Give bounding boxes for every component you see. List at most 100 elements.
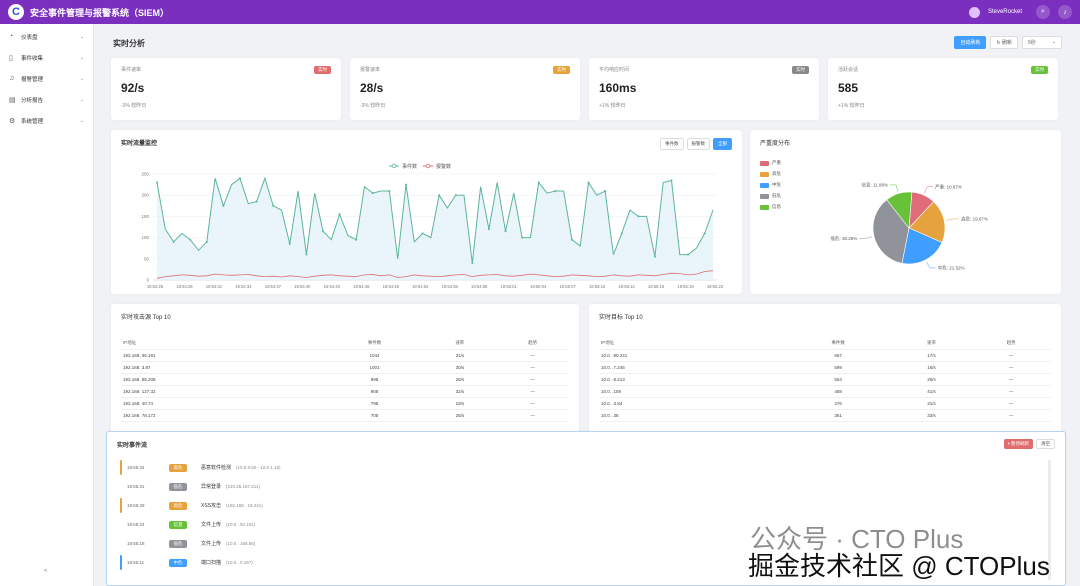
legend-item[interactable]: 高危 bbox=[760, 171, 781, 177]
legend-label[interactable]: 事件数 bbox=[402, 163, 417, 170]
table-row[interactable]: 192.168. 40.74 795 19/s — bbox=[121, 397, 569, 410]
table-row[interactable]: 10.0. .7.246 599 16/s — bbox=[599, 361, 1051, 374]
stat-label: 报警速率 bbox=[360, 67, 381, 73]
x-tick-label: 19:54:25 bbox=[147, 284, 164, 289]
tab-events[interactable]: 事件数 bbox=[660, 138, 684, 150]
column-header[interactable]: 趋势 bbox=[496, 337, 569, 350]
top-targets-card: 实时目标 Top 10 IP地址 事件数 速率 趋势 10.0. .90.221… bbox=[589, 304, 1061, 452]
event-row[interactable]: 19:55:28 高危 XSS攻击 (192.168. .19.241) bbox=[117, 496, 1047, 515]
data-point bbox=[272, 204, 275, 207]
table-row[interactable]: 10.0. .159 488 41/s — bbox=[599, 385, 1051, 398]
stat-sub: -3% 较昨日 bbox=[121, 103, 147, 109]
x-tick-label: 19:55:16 bbox=[648, 284, 665, 289]
sidebar-item-label: 仪表盘 bbox=[21, 34, 38, 41]
status-badge: 实时 bbox=[792, 66, 809, 74]
clear-button[interactable]: 清空 bbox=[1036, 439, 1055, 449]
pie-callout-label: 中危: 21.52% bbox=[938, 264, 965, 271]
status-badge: 实时 bbox=[314, 66, 331, 74]
column-header[interactable]: 事件数 bbox=[784, 337, 892, 350]
sidebar-item-analysis-report[interactable]: ▤ 分析报告 ⌄ bbox=[0, 89, 93, 110]
table-row[interactable]: 192.168. 36.191 1044 31/s — bbox=[121, 349, 569, 362]
tab-alarms[interactable]: 报警数 bbox=[686, 138, 710, 150]
section-title: 实时事件流 bbox=[117, 443, 148, 449]
table-row[interactable]: 192.168. 127.32 908 32/s — bbox=[121, 385, 569, 398]
refresh-label: 刷新 bbox=[1001, 40, 1012, 46]
legend-item[interactable]: 信息 bbox=[760, 204, 781, 210]
gear-icon: ⚙ bbox=[9, 117, 16, 125]
table-row[interactable]: 10.0. .38 361 33/s — bbox=[599, 409, 1051, 422]
legend-item[interactable]: 低危 bbox=[760, 193, 781, 199]
column-header[interactable]: 趋势 bbox=[971, 337, 1051, 350]
interval-select[interactable]: 5秒 ⌄ bbox=[1022, 36, 1062, 49]
auto-refresh-button[interactable]: 自动刷新 bbox=[954, 36, 987, 49]
event-name: 端口扫描 bbox=[201, 560, 222, 566]
event-row[interactable]: 19:55:34 高危 恶意软件检测 (10.0.9.50 - 10.0.1.18) bbox=[117, 458, 1047, 477]
table-row[interactable]: 10.0. .8.213 554 26/s — bbox=[599, 373, 1051, 386]
legend-marker bbox=[391, 163, 397, 169]
section-title: 实时攻击源 Top 10 bbox=[121, 315, 171, 321]
sidebar-item-system-management[interactable]: ⚙ 系统管理 ⌄ bbox=[0, 110, 93, 131]
toolbar: 自动刷新 ↻ 刷新 5秒 ⌄ bbox=[954, 36, 1062, 49]
bell-icon[interactable]: ♪ bbox=[1058, 5, 1072, 19]
watermark-line2: 掘金技术社区 @ CTOPlus bbox=[748, 551, 1050, 581]
count-cell: 667 bbox=[784, 349, 892, 362]
pause-refresh-button[interactable]: ⏸ 暂停刷新 bbox=[1003, 439, 1033, 449]
event-row[interactable]: 19:55:31 低危 异常登录 (210.45.167.211) bbox=[117, 477, 1047, 496]
data-point bbox=[238, 177, 241, 180]
column-header[interactable]: 速率 bbox=[891, 337, 972, 350]
data-point bbox=[355, 238, 358, 241]
table-row[interactable]: 192.168. 88.208 998 28/s — bbox=[121, 373, 569, 386]
stat-card-event-rate: 事件速率 实时 92/s -3% 较昨日 bbox=[111, 58, 341, 120]
count-cell: 908 bbox=[325, 385, 424, 398]
trend-cell: — bbox=[971, 361, 1051, 374]
trend-cell: — bbox=[496, 397, 569, 410]
pie-callout-label: 高危: 19.67% bbox=[961, 215, 988, 222]
series-area bbox=[157, 178, 713, 280]
stat-value: 160ms bbox=[599, 81, 637, 95]
column-header[interactable]: IP地址 bbox=[121, 337, 326, 350]
bell-icon: ♫ bbox=[9, 75, 15, 82]
column-header[interactable]: 速率 bbox=[423, 337, 497, 350]
pie-callout-line bbox=[859, 236, 873, 239]
top-header: C 安全事件管理与报警系统（SIEM） SteveRocket ⌕ ♪ bbox=[0, 0, 1080, 24]
data-point bbox=[189, 238, 192, 241]
stat-card-response-time: 平均响应时间 实时 160ms +1% 较昨日 bbox=[589, 58, 819, 120]
x-tick-label: 19:55:13 bbox=[618, 284, 635, 289]
rate-cell: 25/s bbox=[423, 409, 497, 422]
data-point bbox=[653, 255, 656, 258]
sidebar-collapse-button[interactable]: « bbox=[44, 568, 47, 574]
line-chart: 事件数 报警数 0 50 100 150 200 250 19:54:25 19:54:28 19:… bbox=[141, 163, 723, 289]
count-cell: 705 bbox=[325, 409, 424, 422]
trend-cell: — bbox=[496, 409, 569, 422]
event-name: 恶意软件检测 bbox=[201, 465, 232, 471]
sidebar-item-dashboard[interactable]: ◔ 仪表盘 ⌄ bbox=[0, 26, 93, 47]
sidebar-item-label: 分析报告 bbox=[21, 97, 44, 104]
pie-callout-line bbox=[926, 261, 936, 269]
rate-cell: 19/s bbox=[423, 397, 497, 410]
legend-item[interactable]: 严重 bbox=[760, 160, 781, 166]
section-title: 实时目标 Top 10 bbox=[599, 315, 643, 321]
tab-all[interactable]: 全部 bbox=[713, 138, 732, 150]
app-title: 安全事件管理与报警系统（SIEM） bbox=[30, 7, 170, 18]
sidebar-item-alarm-management[interactable]: ♫ 报警管理 ⌄ bbox=[0, 68, 93, 89]
count-cell: 488 bbox=[784, 385, 892, 398]
stat-label: 活跃会话 bbox=[838, 67, 859, 73]
search-icon[interactable]: ⌕ bbox=[1036, 5, 1050, 19]
legend-item[interactable]: 中危 bbox=[760, 182, 781, 188]
section-title: 严重度分布 bbox=[760, 141, 791, 147]
avatar[interactable] bbox=[968, 6, 980, 18]
column-header[interactable]: 事件数 bbox=[325, 337, 424, 350]
table-row[interactable]: 192.168. 3.87 1001 30/s — bbox=[121, 361, 569, 374]
data-point bbox=[338, 213, 341, 216]
table-row[interactable]: 10.0. .90.221 667 17/s — bbox=[599, 349, 1051, 362]
refresh-button[interactable]: ↻ 刷新 bbox=[990, 36, 1018, 49]
table-row[interactable]: 192.168. 78.172 705 25/s — bbox=[121, 409, 569, 422]
user-name[interactable]: SteveRocket bbox=[988, 9, 1022, 15]
event-name: 文件上传 bbox=[201, 541, 222, 547]
sidebar-item-event-collection[interactable]: ▯ 事件收集 ⌄ bbox=[0, 47, 93, 68]
table-row[interactable]: 10.0. .3.84 476 31/s — bbox=[599, 397, 1051, 410]
legend-label[interactable]: 报警数 bbox=[436, 163, 451, 170]
data-point bbox=[487, 228, 490, 231]
status-badge: 实时 bbox=[553, 66, 570, 74]
column-header[interactable]: IP地址 bbox=[599, 337, 785, 350]
